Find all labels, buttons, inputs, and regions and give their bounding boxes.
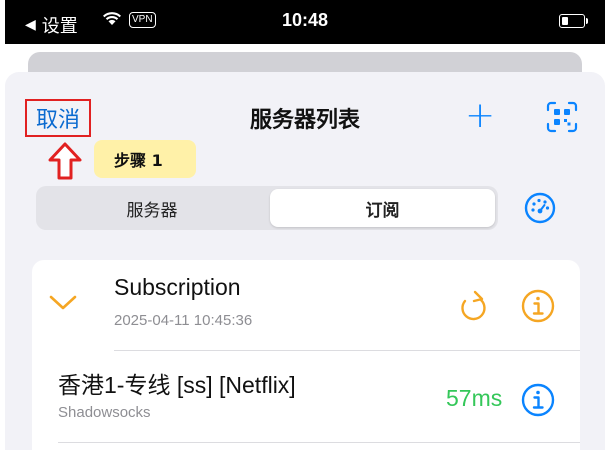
server-name[interactable]: 香港1-专线 [ss] [Netflix] [58, 366, 296, 400]
step-badge: 步骤 1 [94, 140, 196, 178]
subscription-name[interactable]: Subscription [114, 274, 241, 301]
plus-icon[interactable]: + [465, 98, 495, 134]
arrow-up-outline-icon [48, 142, 82, 180]
tab-subscriptions[interactable]: 订阅 [270, 189, 495, 227]
subscription-updated: 2025-04-11 10:45:36 [114, 312, 253, 329]
battery-icon [559, 14, 588, 28]
info-icon[interactable] [520, 288, 556, 324]
info-icon[interactable] [520, 382, 556, 418]
status-time: 10:48 [281, 10, 329, 30]
status-bar: ◀ 设置 VPN 10:48 [5, 0, 605, 44]
server-latency: 57ms [446, 385, 503, 411]
divider [114, 350, 580, 351]
speedometer-icon[interactable] [522, 190, 558, 226]
chevron-down-icon[interactable] [48, 292, 78, 312]
refresh-icon[interactable] [456, 288, 490, 326]
page-title: 服务器列表 [249, 108, 360, 133]
qr-scan-icon[interactable] [545, 100, 579, 134]
divider [58, 442, 580, 443]
server-protocol: Shadowsocks [58, 404, 151, 421]
tab-servers[interactable]: 服务器 [39, 189, 265, 227]
segmented-control: 服务器 订阅 [36, 186, 498, 230]
